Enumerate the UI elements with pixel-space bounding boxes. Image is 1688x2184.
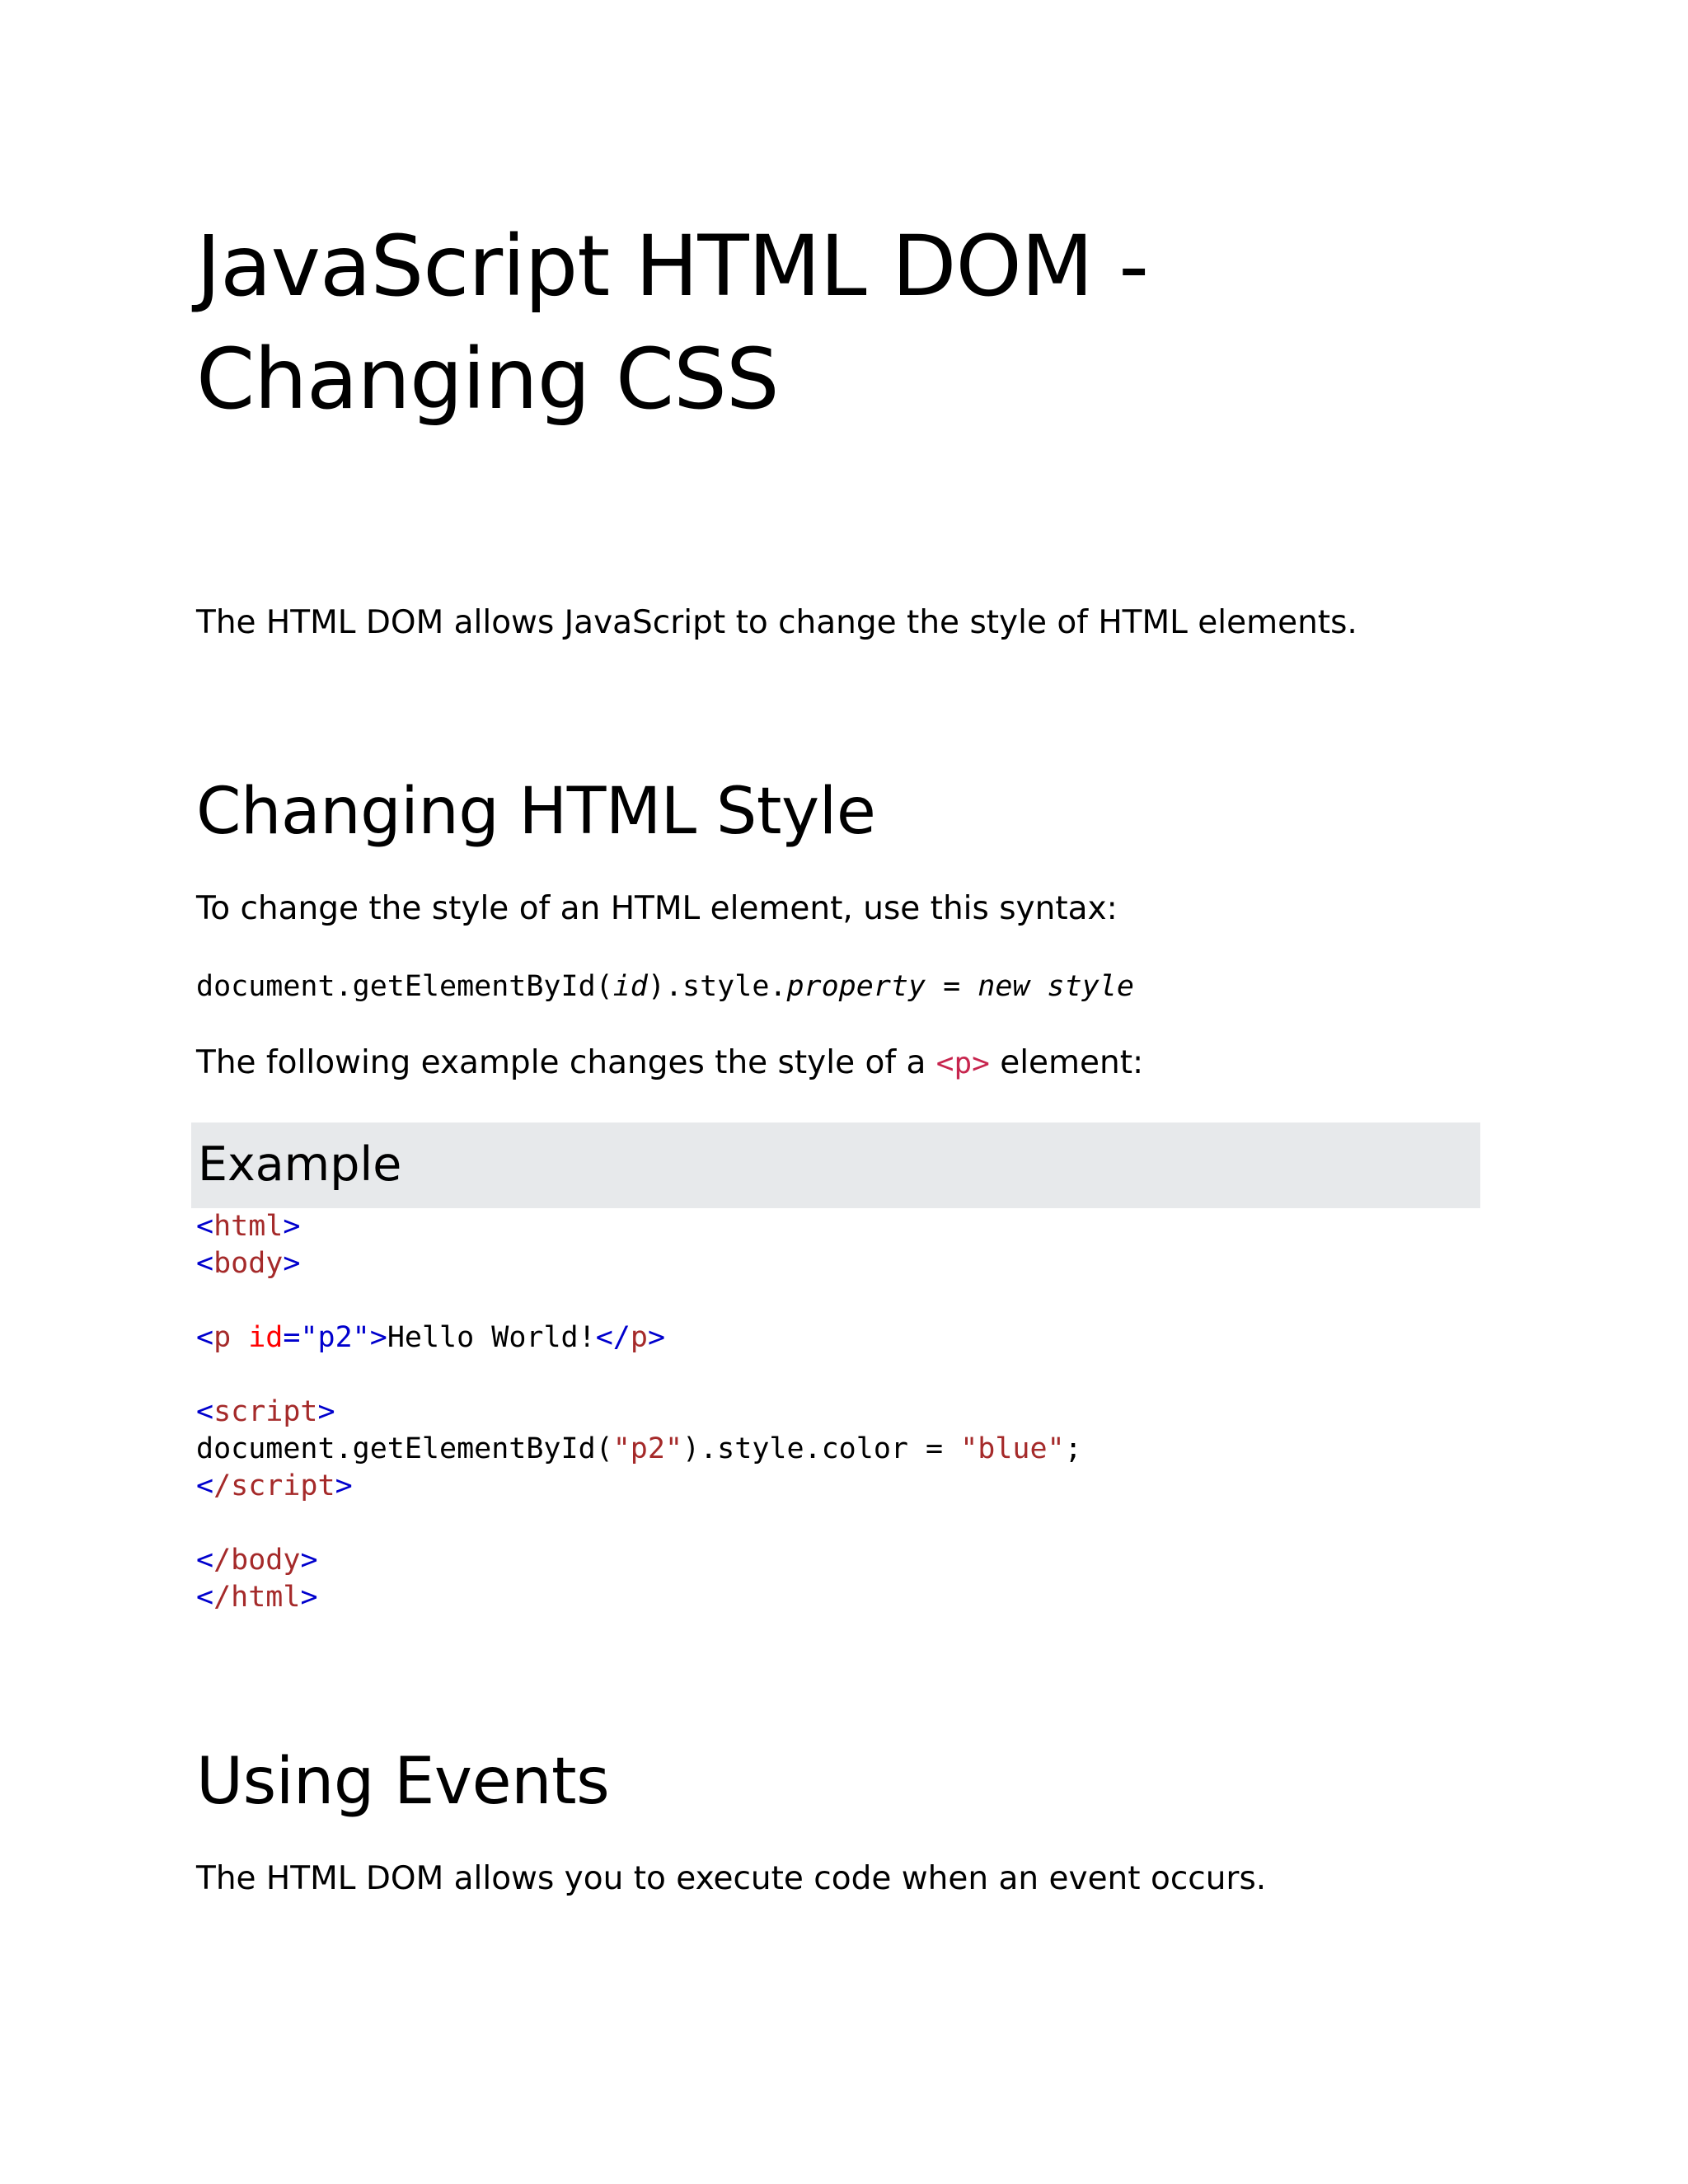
syntax-line: document.getElementById(id).style.proper… [196,966,1134,1007]
code-example: <html> <body> <p id="p2">Hello World!</p> <… [196,1208,1082,1616]
syntax-property: property [786,970,926,1003]
code-line-html-open: <html> [196,1210,301,1243]
code-line-html-close: </html> [196,1581,318,1614]
using-events-heading: Using Events [196,1745,610,1819]
document-page: JavaScript HTML DOM - Changing CSS The H… [0,0,1688,2184]
syntax-part2: ).style. [647,970,787,1003]
syntax-part1: document.getElementById( [196,970,613,1003]
syntax-intro-paragraph: To change the style of an HTML element, … [196,890,1118,927]
code-line-script-close: </script> [196,1469,353,1502]
changing-style-heading: Changing HTML Style [196,775,876,849]
code-line-js: document.getElementById("p2").style.colo… [196,1432,1082,1465]
example-header: Example [191,1122,1480,1208]
code-line-body-close: </body> [196,1544,318,1577]
syntax-value: new style [978,970,1134,1003]
events-intro-paragraph: The HTML DOM allows you to execute code … [196,1860,1267,1897]
example-intro-paragraph: The following example changes the style … [196,1040,1143,1087]
inline-code-p: <p> [935,1047,990,1080]
example-label: Example [198,1137,402,1192]
intro-paragraph: The HTML DOM allows JavaScript to change… [196,604,1357,641]
syntax-equals: = [926,970,978,1003]
example-intro-after: element: [989,1044,1144,1081]
code-line-p: <p id="p2">Hello World!</p> [196,1321,666,1354]
code-line-body-open: <body> [196,1247,301,1280]
syntax-id: id [612,970,648,1003]
example-intro-before: The following example changes the style … [196,1044,936,1081]
page-title: JavaScript HTML DOM - Changing CSS [196,218,1149,429]
code-line-script-open: <script> [196,1395,335,1428]
